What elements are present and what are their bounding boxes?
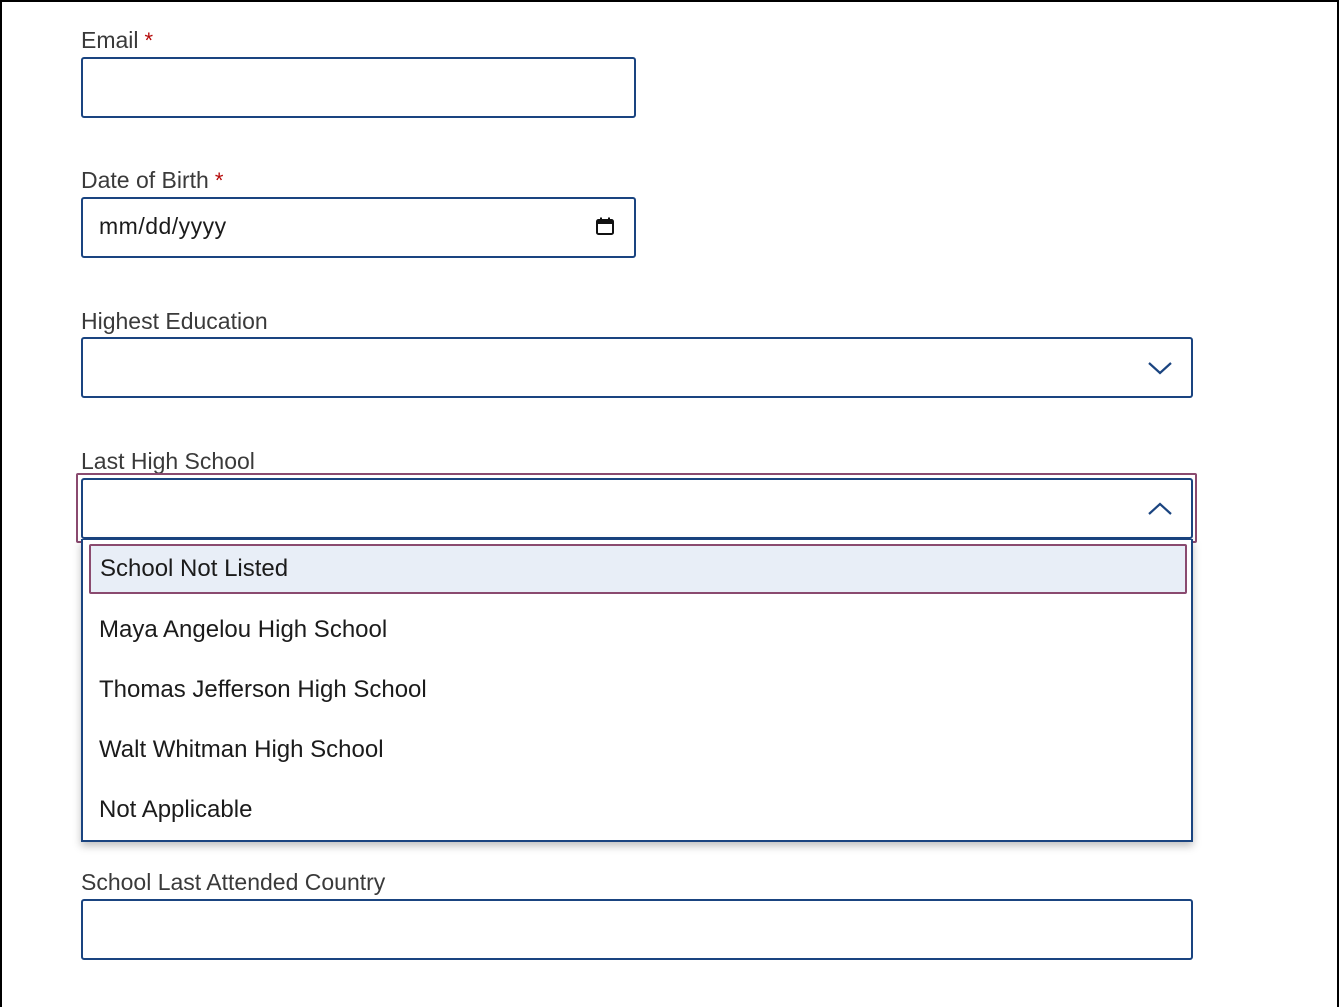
- option-maya-angelou[interactable]: Maya Angelou High School: [89, 605, 1187, 655]
- email-required-mark: *: [144, 28, 154, 53]
- school-country-field[interactable]: [81, 899, 1193, 960]
- dob-required-mark: *: [214, 168, 224, 193]
- dob-label-text: Date of Birth: [81, 167, 209, 193]
- last-high-school-combobox[interactable]: [81, 478, 1193, 539]
- date-placeholder: mm/dd/yyyy: [99, 213, 227, 239]
- high-school-label: Last High School: [81, 448, 255, 474]
- dob-label: Date of Birth *: [81, 166, 223, 195]
- option-not-applicable[interactable]: Not Applicable: [89, 785, 1187, 835]
- high-school-listbox: School Not Listed Maya Angelou High Scho…: [81, 539, 1193, 842]
- option-thomas-jefferson[interactable]: Thomas Jefferson High School: [89, 665, 1187, 715]
- country-label: School Last Attended Country: [81, 869, 386, 895]
- chevron-up-icon[interactable]: [1147, 500, 1173, 518]
- email-field[interactable]: [81, 57, 636, 118]
- highest-education-select[interactable]: [81, 337, 1193, 398]
- education-label: Highest Education: [81, 308, 268, 334]
- chevron-down-icon[interactable]: [1147, 359, 1173, 377]
- email-label-text: Email: [81, 27, 139, 53]
- email-label: Email *: [81, 26, 153, 55]
- calendar-icon[interactable]: [596, 217, 614, 235]
- date-of-birth-field[interactable]: mm/dd/yyyy: [81, 197, 636, 258]
- option-school-not-listed[interactable]: School Not Listed: [89, 544, 1187, 594]
- option-walt-whitman[interactable]: Walt Whitman High School: [89, 725, 1187, 775]
